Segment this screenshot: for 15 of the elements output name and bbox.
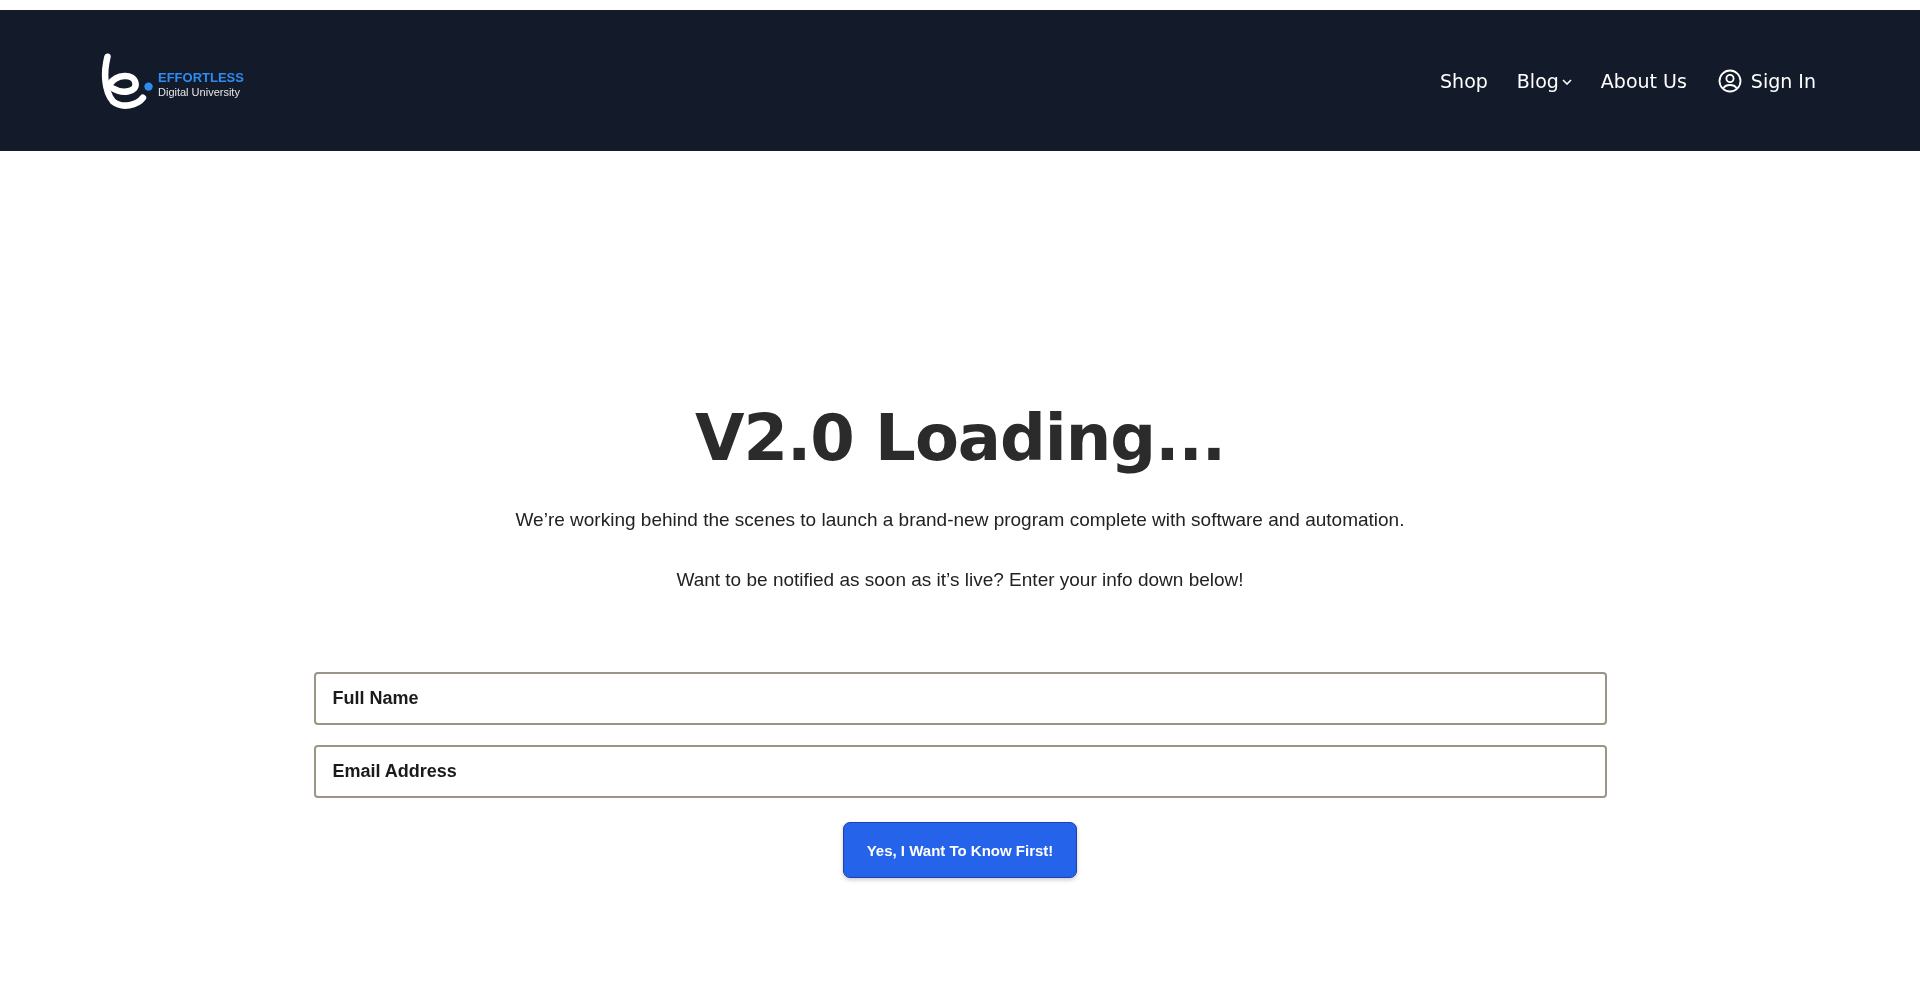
- submit-button[interactable]: Yes, I Want To Know First!: [843, 822, 1077, 878]
- intro-text: We’re working behind the scenes to launch a brand-new program complete with software and automation.: [515, 509, 1405, 531]
- input-field[interactable]: Full Name: [313, 672, 1607, 725]
- nav-dropdown[interactable]: Blog: [1516, 69, 1572, 92]
- caret-icon: [1561, 78, 1572, 85]
- nav-link[interactable]: About Us: [1600, 69, 1687, 92]
- user-icon: [1717, 68, 1742, 93]
- page-heading: V2.0 Loading...: [694, 401, 1226, 475]
- brand-name: EFFORTLESS: [158, 71, 244, 86]
- logo-icon: [100, 50, 156, 111]
- intro-text: Want to be notified as soon as it’s live? Enter your info down below!: [676, 569, 1244, 591]
- sign-in-link[interactable]: Sign In: [1717, 68, 1816, 93]
- nav-link[interactable]: Shop: [1440, 69, 1488, 92]
- brand-tagline: Digital University: [158, 85, 241, 98]
- input-field[interactable]: Email Address: [313, 745, 1607, 798]
